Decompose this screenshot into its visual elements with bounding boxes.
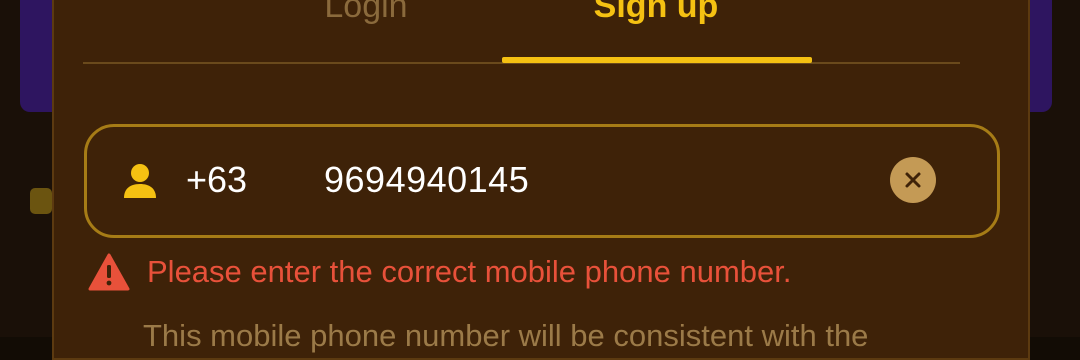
background-banner-right bbox=[1030, 0, 1052, 112]
background-chip bbox=[30, 188, 52, 214]
tab-login[interactable]: Login bbox=[266, 0, 466, 26]
phone-hint-text: This mobile phone number will be consist… bbox=[143, 318, 869, 353]
country-code-select[interactable]: +63 bbox=[186, 156, 247, 204]
background-banner-left bbox=[20, 0, 52, 112]
warning-icon bbox=[88, 252, 130, 292]
clear-input-button[interactable] bbox=[890, 157, 936, 203]
tab-signup[interactable]: Sign up bbox=[556, 0, 756, 26]
phone-number-input[interactable]: 9694940145 bbox=[324, 156, 529, 204]
phone-error-message: Please enter the correct mobile phone nu… bbox=[147, 254, 792, 289]
tab-active-indicator bbox=[502, 57, 812, 63]
user-icon bbox=[122, 162, 158, 200]
close-icon bbox=[905, 172, 921, 188]
